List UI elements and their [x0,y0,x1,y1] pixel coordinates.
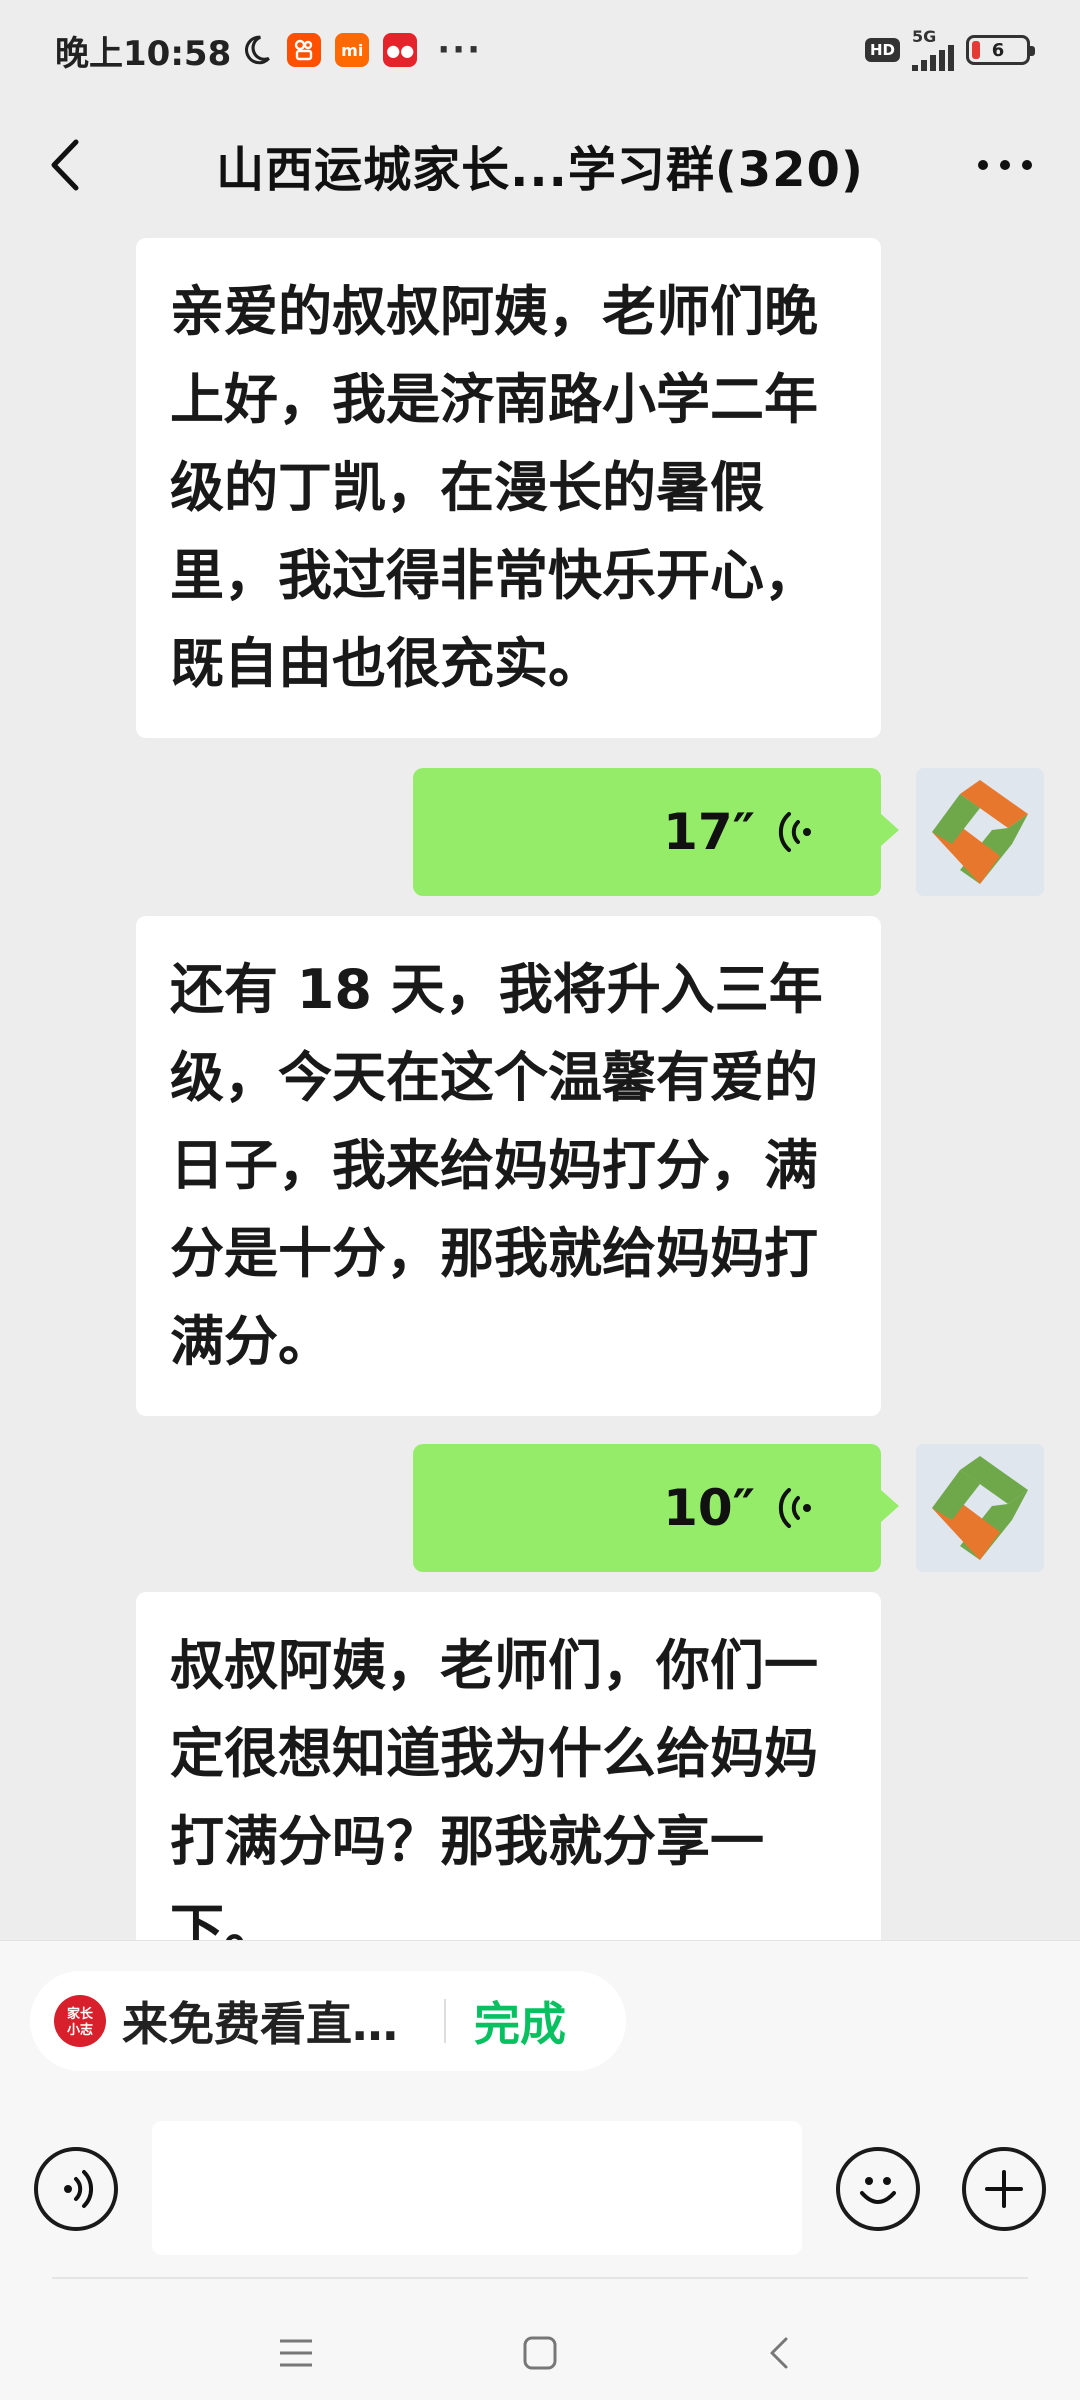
back-icon[interactable] [758,2331,802,2375]
chat-title: 山西运城家长...学习群(320) [216,142,864,198]
message-text-bubble[interactable]: 还有 18 天，我将升入三年级，今天在这个温馨有爱的日子，我来给妈妈打分，满分是… [136,916,881,1416]
bottom-panel: 家长 小志 来免费看直… 完成 [0,1940,1080,2400]
composer [0,2121,1080,2261]
emoji-icon[interactable] [836,2147,920,2231]
system-navigation-bar [52,2277,1028,2400]
message-list[interactable]: 亲爱的叔叔阿姨，老师们晚上好，我是济南路小学二年级的丁凯，在漫长的暑假里，我过得… [0,230,1080,1940]
status-bar: 晚上10:58 mi ●● ··· HD 5G 6 [0,0,1080,100]
plus-icon[interactable] [962,2147,1046,2231]
message-text-bubble[interactable]: 叔叔阿姨，老师们，你们一定很想知道我为什么给妈妈打满分吗？那我就分享一下。 [136,1592,881,1940]
chip-logo: 家长 小志 [54,1995,106,2047]
battery-icon: 6 [966,35,1035,65]
notification-more: ··· [437,30,482,70]
voice-wave-icon [778,1488,811,1528]
chevron-left-icon[interactable] [40,130,90,200]
home-icon[interactable] [518,2331,562,2375]
done-button[interactable]: 完成 [474,1988,566,2054]
svg-text:小志: 小志 [67,2022,93,2038]
voice-input-icon[interactable] [34,2147,118,2231]
hd-badge: HD [864,38,900,62]
signal-icon [912,45,954,71]
voice-wave-icon [778,812,811,852]
more-icon[interactable] [970,135,1040,195]
voice-message-bubble[interactable]: 17″ [413,768,899,896]
battery-level: 6 [991,39,1005,61]
divider [444,1999,446,2043]
voice-message-bubble[interactable]: 10″ [413,1444,899,1572]
voice-duration: 17″ [663,803,755,861]
message-text-bubble[interactable]: 亲爱的叔叔阿姨，老师们晚上好，我是济南路小学二年级的丁凯，在漫长的暑假里，我过得… [136,238,881,738]
chat-header: 山西运城家长...学习群(320) [0,100,1080,230]
voice-duration: 10″ [663,1479,755,1537]
status-time: 晚上10:58 [55,33,232,74]
quick-reply-chip[interactable]: 家长 小志 来免费看直… 完成 [30,1971,626,2071]
svg-text:家长: 家长 [67,2006,94,2022]
kuaishou-app-icon [287,33,322,67]
menu-icon[interactable] [274,2331,318,2375]
avatar[interactable] [916,1444,1044,1572]
message-input[interactable] [152,2121,802,2255]
mi-app-icon: mi [335,33,370,67]
network-type: 5G [912,27,937,46]
red-app-icon: ●● [383,33,418,67]
quick-reply-text: 来免费看直… [122,1997,398,2051]
moon-icon [245,35,271,65]
avatar[interactable] [916,768,1044,896]
network-indicator: 5G [912,29,954,71]
